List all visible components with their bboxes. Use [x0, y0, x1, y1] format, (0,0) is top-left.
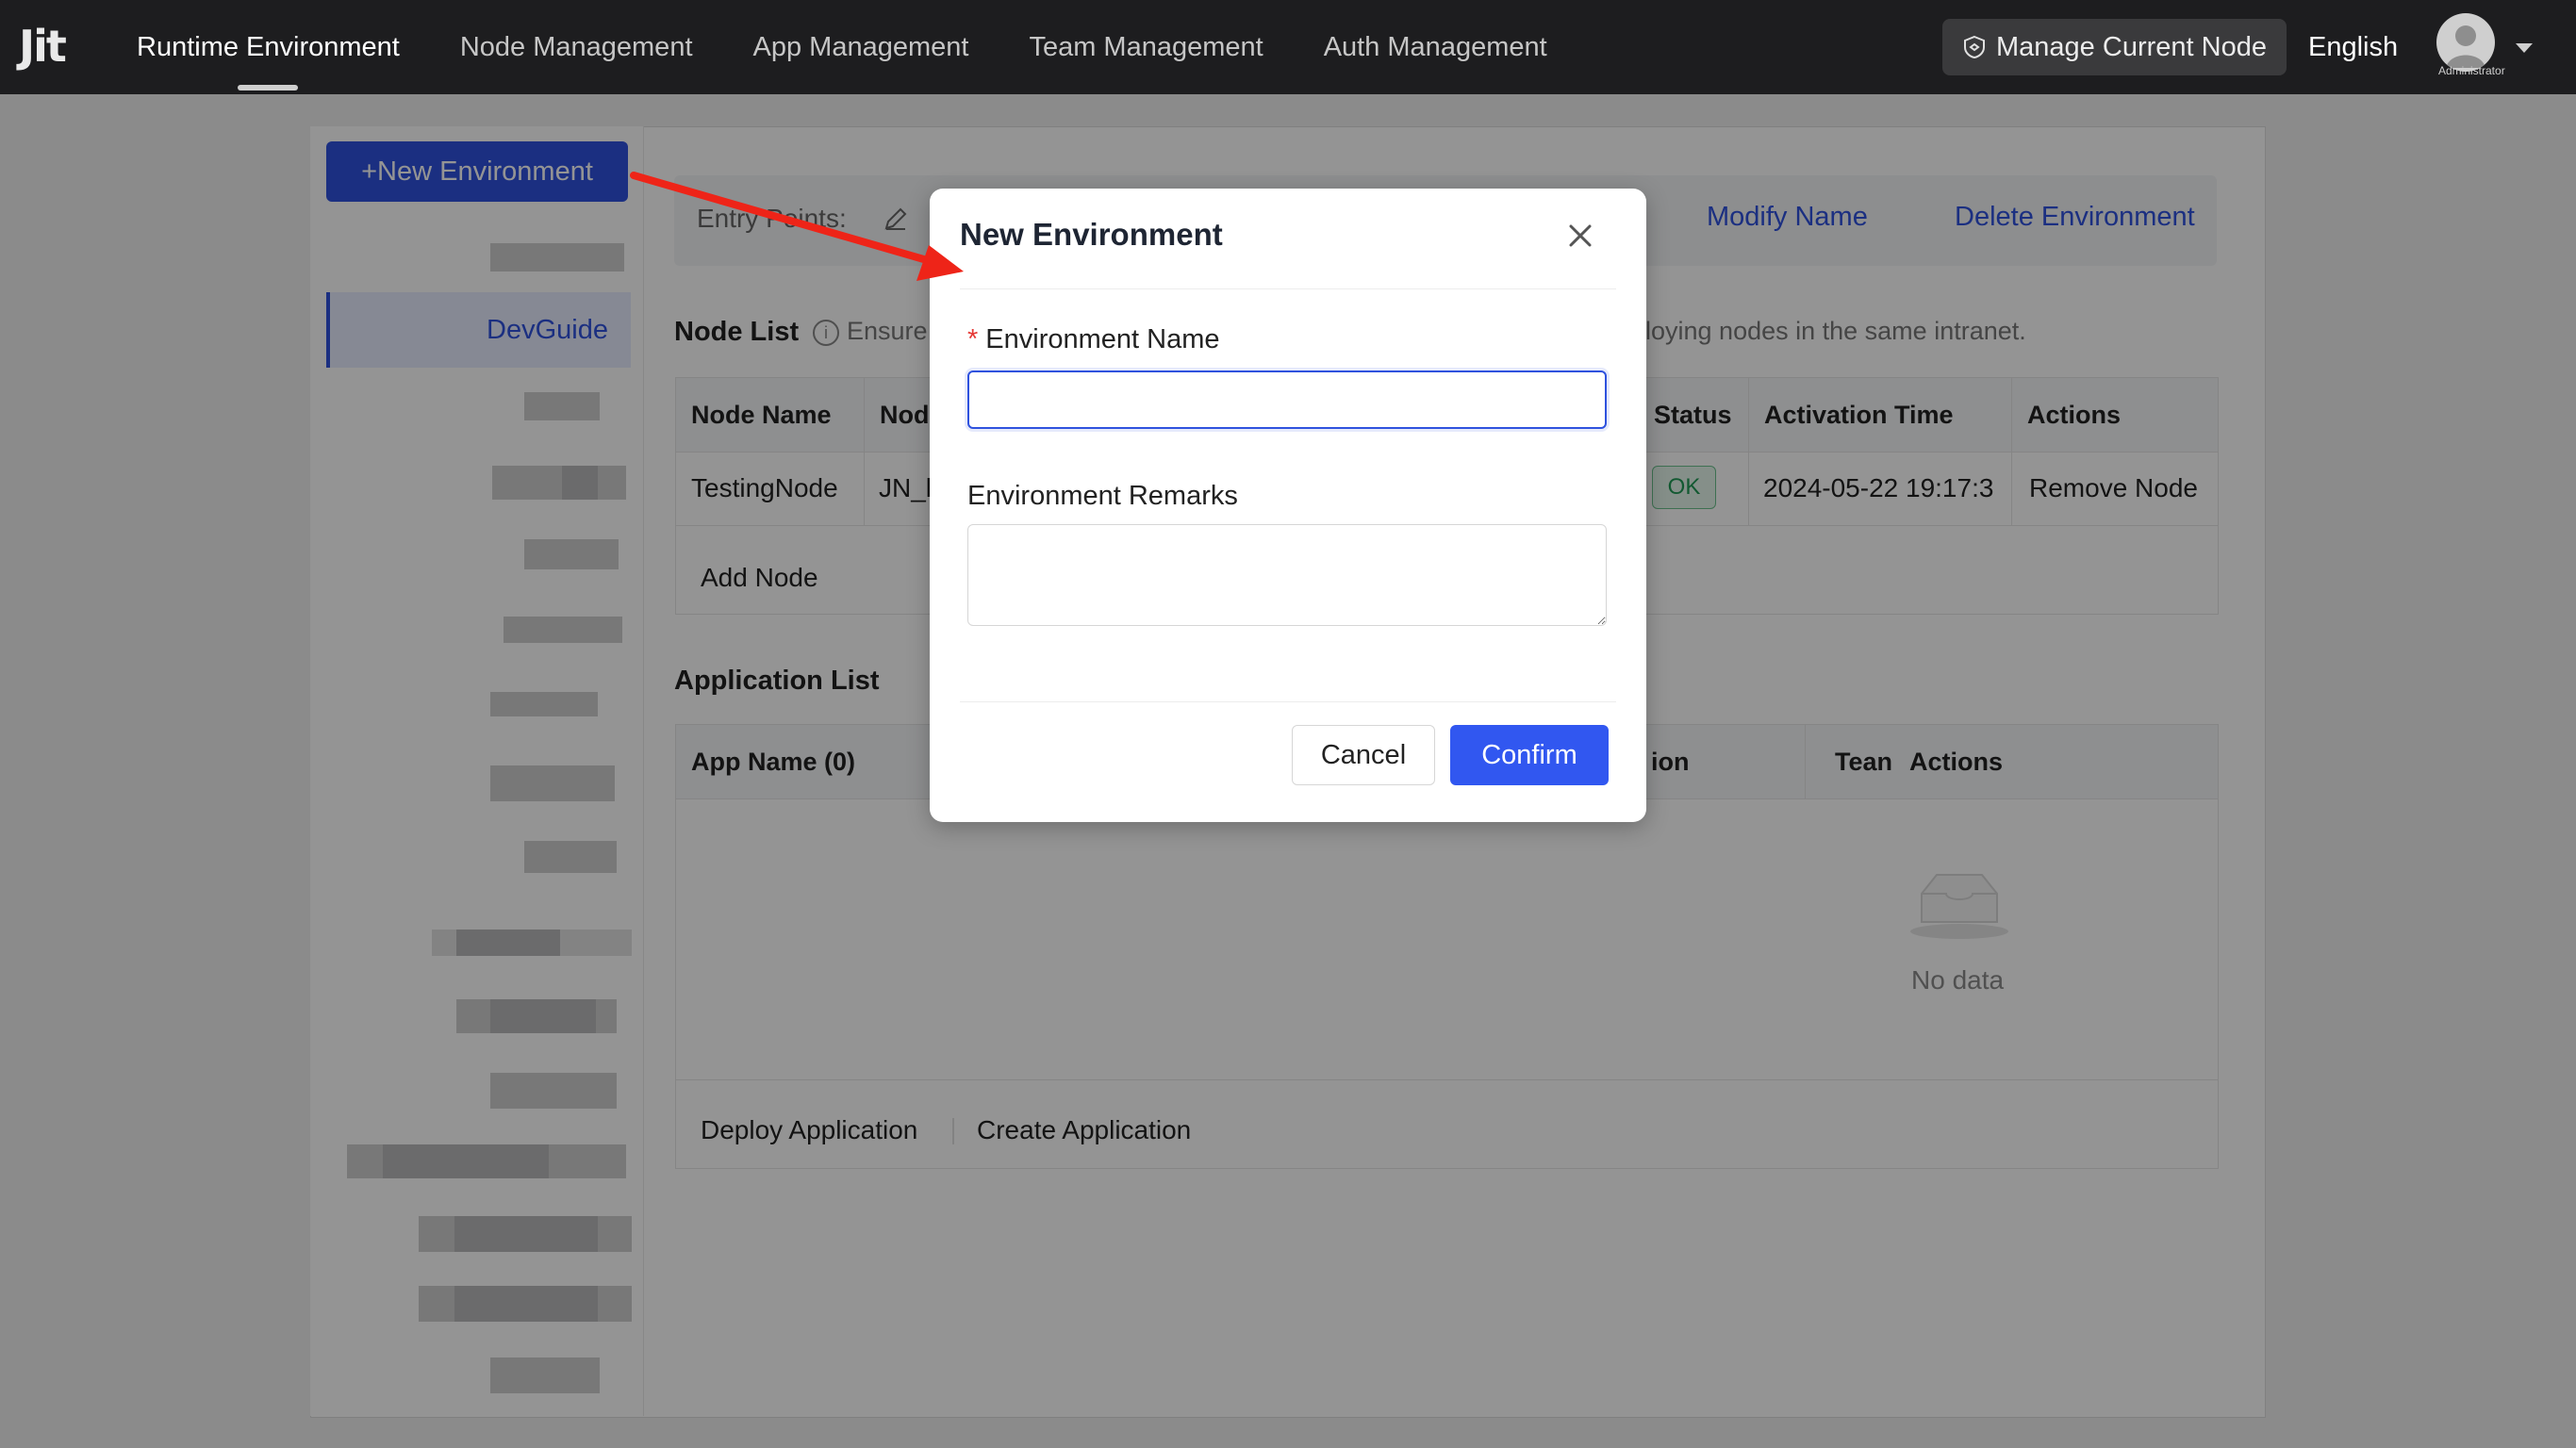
confirm-button[interactable]: Confirm	[1450, 725, 1609, 785]
environment-name-input[interactable]	[967, 370, 1607, 429]
cancel-button[interactable]: Cancel	[1292, 725, 1435, 785]
manage-current-node-label: Manage Current Node	[1996, 31, 2267, 62]
nav-node-management[interactable]: Node Management	[437, 0, 717, 94]
nav-team-management[interactable]: Team Management	[1005, 0, 1286, 94]
app-logo[interactable]: Jit	[19, 21, 67, 72]
manage-current-node-button[interactable]: Manage Current Node	[1942, 19, 2287, 75]
nav-app-management[interactable]: App Management	[730, 0, 993, 94]
avatar-icon[interactable]	[2436, 13, 2495, 72]
nav-runtime-environment[interactable]: Runtime Environment	[113, 0, 423, 94]
dialog-title: New Environment	[960, 217, 1223, 252]
chevron-down-icon[interactable]	[2516, 43, 2533, 53]
environment-name-label: * Environment Name	[967, 324, 1220, 355]
environment-remarks-input[interactable]	[967, 524, 1607, 626]
required-mark: *	[967, 324, 979, 354]
main-nav: Runtime Environment Node Management App …	[113, 0, 1584, 94]
shield-icon	[1964, 35, 1986, 59]
close-icon[interactable]	[1561, 217, 1599, 255]
language-switcher[interactable]: English	[2308, 0, 2398, 94]
user-role: Administrator	[2438, 64, 2505, 77]
dialog-footer-divider	[960, 701, 1616, 702]
top-nav-bar: Jit Runtime Environment Node Management …	[0, 0, 2576, 94]
environment-name-label-text: Environment Name	[985, 324, 1220, 354]
environment-remarks-label: Environment Remarks	[967, 481, 1238, 511]
nav-auth-management[interactable]: Auth Management	[1300, 0, 1571, 94]
dialog-header-divider	[960, 288, 1616, 289]
new-environment-dialog: New Environment * Environment Name Enviro…	[930, 189, 1646, 822]
